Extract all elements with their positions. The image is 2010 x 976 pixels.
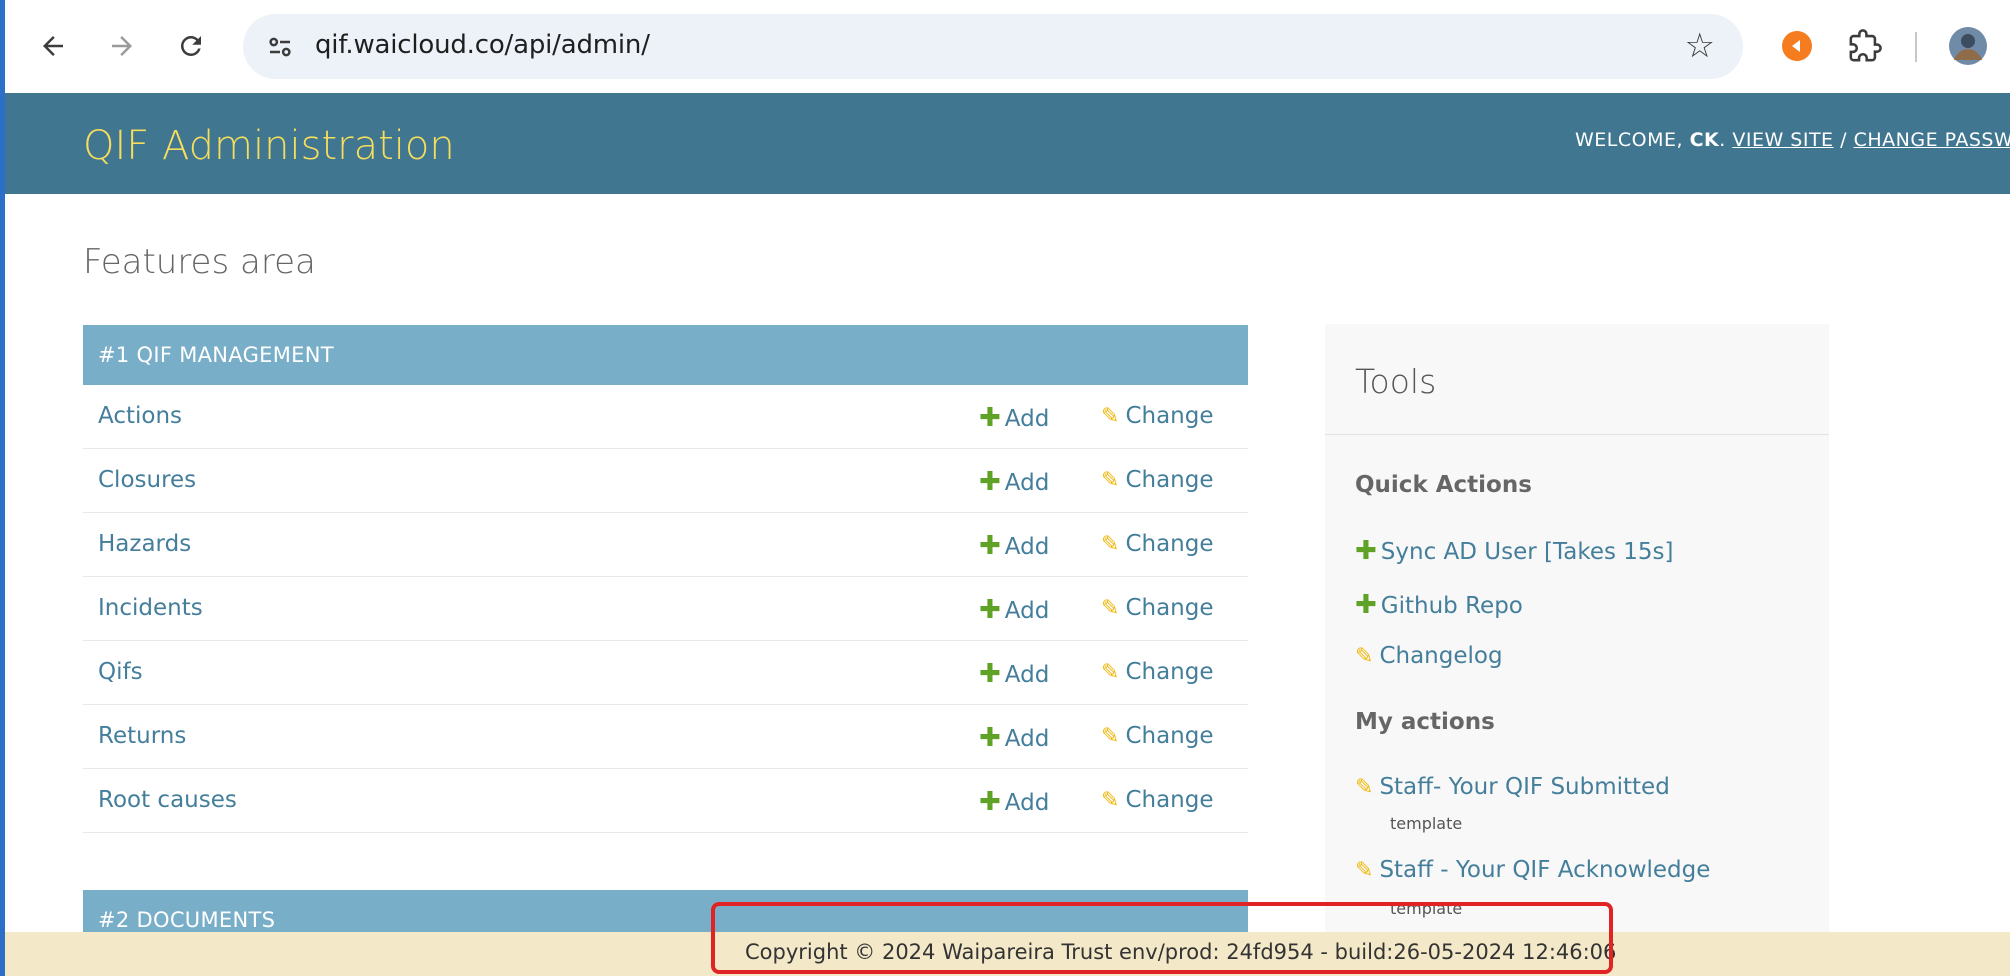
pencil-icon: ✎ (1355, 644, 1374, 669)
user-tools-separator: / (1840, 129, 1848, 151)
model-link[interactable]: Closures (98, 467, 196, 493)
sync-ad-user-link[interactable]: ✚ Sync AD User [Takes 15s] (1355, 536, 1674, 566)
plus-icon: ✚ (979, 659, 1001, 689)
quick-actions-heading: Quick Actions (1355, 472, 1532, 498)
github-repo-link[interactable]: ✚ Github Repo (1355, 590, 1523, 620)
add-link[interactable]: ✚ Add (979, 659, 1049, 689)
puzzle-extensions-icon[interactable] (1845, 26, 1885, 66)
pencil-icon: ✎ (1355, 775, 1374, 800)
pencil-icon: ✎ (1101, 724, 1120, 749)
change-link[interactable]: ✎ Change (1101, 403, 1214, 429)
change-password-link[interactable]: CHANGE PASSW (1854, 129, 2010, 151)
site-title[interactable]: QIF Administration (83, 123, 455, 169)
model-row-hazards: Hazards ✚ Add ✎ Change (83, 513, 1248, 577)
pencil-icon: ✎ (1355, 858, 1374, 883)
my-action-qif-submitted[interactable]: ✎ Staff- Your QIF Submitted (1355, 774, 1670, 800)
tools-divider (1325, 434, 1829, 435)
model-row-returns: Returns ✚ Add ✎ Change (83, 705, 1248, 769)
page-title: Features area (83, 242, 316, 282)
module-qif-management: #1 QIF MANAGEMENT Actions ✚ Add ✎ Change C… (83, 325, 1248, 833)
add-link[interactable]: ✚ Add (979, 787, 1049, 817)
plus-icon: ✚ (979, 595, 1001, 625)
change-link[interactable]: ✎ Change (1101, 659, 1214, 685)
username: CK (1689, 129, 1720, 151)
plus-icon: ✚ (1355, 590, 1377, 620)
forward-arrow-icon[interactable] (100, 24, 144, 68)
change-link[interactable]: ✎ Change (1101, 723, 1214, 749)
plus-icon: ✚ (979, 531, 1001, 561)
back-arrow-icon[interactable] (31, 24, 75, 68)
browser-toolbar: qif.waicloud.co/api/admin/ ☆ (0, 0, 2010, 93)
bookmark-star-icon[interactable]: ☆ (1685, 26, 1715, 66)
model-link[interactable]: Returns (98, 723, 186, 749)
pencil-icon: ✎ (1101, 532, 1120, 557)
change-link[interactable]: ✎ Change (1101, 595, 1214, 621)
reload-icon[interactable] (169, 24, 213, 68)
model-row-root-causes: Root causes ✚ Add ✎ Change (83, 769, 1248, 833)
model-row-incidents: Incidents ✚ Add ✎ Change (83, 577, 1248, 641)
model-link[interactable]: Incidents (98, 595, 203, 621)
pencil-icon: ✎ (1101, 404, 1120, 429)
pencil-icon: ✎ (1101, 660, 1120, 685)
url-text[interactable]: qif.waicloud.co/api/admin/ (315, 30, 650, 60)
view-site-link[interactable]: VIEW SITE (1732, 129, 1833, 151)
model-link[interactable]: Qifs (98, 659, 143, 685)
add-link[interactable]: ✚ Add (979, 531, 1049, 561)
model-link[interactable]: Root causes (98, 787, 237, 813)
plus-icon: ✚ (979, 403, 1001, 433)
user-tools: WELCOME, CK. VIEW SITE / CHANGE PASSW (1575, 129, 2010, 151)
plus-icon: ✚ (979, 467, 1001, 497)
pencil-icon: ✎ (1101, 788, 1120, 813)
change-link[interactable]: ✎ Change (1101, 531, 1214, 557)
pencil-icon: ✎ (1101, 596, 1120, 621)
highlight-annotation-box (711, 902, 1613, 974)
add-link[interactable]: ✚ Add (979, 403, 1049, 433)
my-action-subtitle: template (1390, 814, 1463, 833)
change-link[interactable]: ✎ Change (1101, 787, 1214, 813)
module-caption[interactable]: #1 QIF MANAGEMENT (83, 325, 1248, 385)
my-actions-heading: My actions (1355, 709, 1495, 735)
admin-header: QIF Administration WELCOME, CK. VIEW SIT… (0, 93, 2010, 194)
tools-panel: Tools Quick Actions ✚ Sync AD User [Takes… (1325, 324, 1829, 976)
plus-icon: ✚ (979, 723, 1001, 753)
add-link[interactable]: ✚ Add (979, 723, 1049, 753)
site-info-icon[interactable] (261, 28, 299, 66)
plus-icon: ✚ (979, 787, 1001, 817)
model-row-qifs: Qifs ✚ Add ✎ Change (83, 641, 1248, 705)
my-action-qif-acknowledge[interactable]: ✎ Staff - Your QIF Acknowledge (1355, 857, 1710, 883)
model-row-actions: Actions ✚ Add ✎ Change (83, 385, 1248, 449)
change-link[interactable]: ✎ Change (1101, 467, 1214, 493)
model-link[interactable]: Actions (98, 403, 182, 429)
changelog-link[interactable]: ✎ Changelog (1355, 643, 1503, 669)
welcome-text: WELCOME, (1575, 129, 1684, 151)
pencil-icon: ✎ (1101, 468, 1120, 493)
model-link[interactable]: Hazards (98, 531, 191, 557)
tools-title: Tools (1355, 362, 1437, 401)
profile-avatar-icon[interactable] (1948, 26, 1988, 66)
toolbar-divider (1915, 32, 1917, 62)
add-link[interactable]: ✚ Add (979, 467, 1049, 497)
extension-orange-icon[interactable] (1777, 26, 1817, 66)
address-bar[interactable]: qif.waicloud.co/api/admin/ ☆ (243, 14, 1743, 79)
add-link[interactable]: ✚ Add (979, 595, 1049, 625)
plus-icon: ✚ (1355, 536, 1377, 566)
model-row-closures: Closures ✚ Add ✎ Change (83, 449, 1248, 513)
content-area: Features area #1 QIF MANAGEMENT Actions … (0, 194, 2010, 976)
